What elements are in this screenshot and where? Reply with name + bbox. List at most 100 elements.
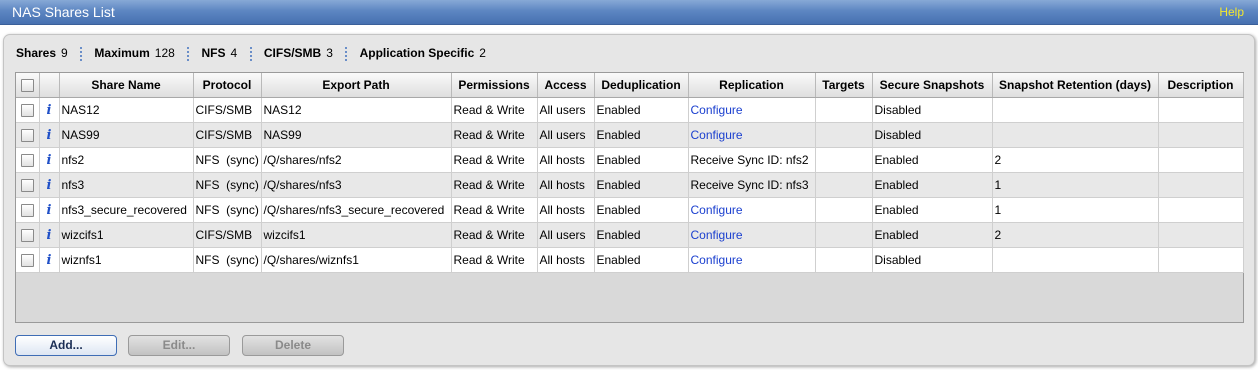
row-checkbox[interactable] <box>20 104 34 118</box>
permissions-cell: Read & Write <box>451 122 538 148</box>
export-path-cell: /Q/shares/nfs3 <box>261 172 452 198</box>
help-link[interactable]: Help <box>1219 5 1244 19</box>
column-header-protocol[interactable]: Protocol <box>193 73 262 98</box>
summary-label-application-specific: Application Specific <box>359 46 475 60</box>
column-header-share-name[interactable]: Share Name <box>59 73 194 98</box>
add-button[interactable]: Add... <box>15 335 117 356</box>
permissions-cell: Read & Write <box>451 147 538 173</box>
deduplication-cell: Enabled <box>594 247 689 273</box>
deduplication-cell: Enabled <box>594 222 689 248</box>
access-cell: All hosts <box>537 197 595 223</box>
row-checkbox[interactable] <box>20 254 34 268</box>
row-info-cell: i <box>39 222 60 248</box>
protocol-cell: NFS (sync) <box>193 197 262 223</box>
export-path-cell: NAS12 <box>261 97 452 123</box>
row-select-cell <box>16 222 40 248</box>
column-header-access[interactable]: Access <box>537 73 595 98</box>
row-checkbox[interactable] <box>20 204 34 218</box>
column-header-description[interactable]: Description <box>1158 73 1244 98</box>
table-row[interactable]: i NAS12 CIFS/SMB NAS12 Read & Write All users… <box>16 97 1244 123</box>
column-header-snapshot-retention[interactable]: Snapshot Retention (days) <box>992 73 1159 98</box>
configure-replication-link[interactable]: Configure <box>691 203 743 217</box>
info-icon[interactable]: i <box>47 178 52 193</box>
row-checkbox[interactable] <box>20 229 34 243</box>
summary-separator <box>187 46 190 61</box>
table-row[interactable]: i NAS99 CIFS/SMB NAS99 Read & Write All users… <box>16 122 1244 148</box>
export-path-cell: wizcifs1 <box>261 222 452 248</box>
description-cell <box>1158 247 1244 273</box>
access-cell: All hosts <box>537 147 595 173</box>
targets-cell <box>815 247 873 273</box>
description-cell <box>1158 147 1244 173</box>
column-header-info <box>39 73 60 98</box>
targets-cell <box>815 197 873 223</box>
table-row[interactable]: i wizcifs1 CIFS/SMB wizcifs1 Read & Write All… <box>16 222 1244 248</box>
protocol-cell: CIFS/SMB <box>193 222 262 248</box>
info-icon[interactable]: i <box>47 103 52 118</box>
configure-replication-link[interactable]: Configure <box>691 128 743 142</box>
share-name-cell: wizcifs1 <box>59 222 194 248</box>
secure-snapshots-cell: Enabled <box>872 197 993 223</box>
summary-value-shares: 9 <box>61 46 68 60</box>
share-summary: Shares 9 Maximum 128 NFS 4 CIFS/SMB 3 Applic… <box>16 46 486 61</box>
targets-cell <box>815 97 873 123</box>
deduplication-cell: Enabled <box>594 122 689 148</box>
column-header-replication[interactable]: Replication <box>688 73 816 98</box>
column-header-deduplication[interactable]: Deduplication <box>594 73 689 98</box>
table-row[interactable]: i nfs2 NFS (sync)/Q/shares/nfs2 Read & Writ… <box>16 147 1244 173</box>
targets-cell <box>815 122 873 148</box>
row-info-cell: i <box>39 97 60 123</box>
row-checkbox[interactable] <box>20 154 34 168</box>
info-icon[interactable]: i <box>47 128 52 143</box>
row-info-cell: i <box>39 197 60 223</box>
info-icon[interactable]: i <box>47 203 52 218</box>
deduplication-cell: Enabled <box>594 147 689 173</box>
row-select-cell <box>16 197 40 223</box>
column-header-permissions[interactable]: Permissions <box>451 73 538 98</box>
access-cell: All hosts <box>537 172 595 198</box>
snapshot-retention-cell: 2 <box>992 222 1159 248</box>
description-cell <box>1158 222 1244 248</box>
share-name-cell: nfs3_secure_recovered <box>59 197 194 223</box>
replication-cell: Configure <box>688 97 816 123</box>
configure-replication-link[interactable]: Configure <box>691 253 743 267</box>
row-info-cell: i <box>39 122 60 148</box>
share-name-cell: wiznfs1 <box>59 247 194 273</box>
info-icon[interactable]: i <box>47 228 52 243</box>
permissions-cell: Read & Write <box>451 222 538 248</box>
row-info-cell: i <box>39 147 60 173</box>
table-row[interactable]: i nfs3 NFS (sync)/Q/shares/nfs3 Read & Writ… <box>16 172 1244 198</box>
table-body: i NAS12 CIFS/SMB NAS12 Read & Write All users… <box>16 97 1244 273</box>
summary-label-shares: Shares <box>16 46 57 60</box>
select-all-checkbox[interactable] <box>20 79 34 93</box>
row-checkbox[interactable] <box>20 129 34 143</box>
table-row[interactable]: i nfs3_secure_recovered NFS (sync)/Q/share… <box>16 197 1244 223</box>
access-cell: All users <box>537 97 595 123</box>
row-info-cell: i <box>39 247 60 273</box>
targets-cell <box>815 222 873 248</box>
secure-snapshots-cell: Enabled <box>872 222 993 248</box>
column-header-export-path[interactable]: Export Path <box>261 73 452 98</box>
secure-snapshots-cell: Disabled <box>872 97 993 123</box>
row-checkbox[interactable] <box>20 179 34 193</box>
column-header-targets[interactable]: Targets <box>815 73 873 98</box>
delete-button: Delete <box>242 335 344 356</box>
column-header-secure-snapshots[interactable]: Secure Snapshots <box>872 73 993 98</box>
title-bar: NAS Shares List Help <box>0 0 1258 25</box>
delete-button-label: Delete <box>274 338 312 352</box>
summary-separator <box>345 46 348 61</box>
configure-replication-link[interactable]: Configure <box>691 103 743 117</box>
info-icon[interactable]: i <box>47 153 52 168</box>
description-cell <box>1158 172 1244 198</box>
secure-snapshots-cell: Enabled <box>872 172 993 198</box>
info-icon[interactable]: i <box>47 253 52 268</box>
page-title: NAS Shares List <box>12 4 115 20</box>
export-path-cell: /Q/shares/nfs2 <box>261 147 452 173</box>
table-row[interactable]: i wiznfs1 NFS (sync)/Q/shares/wiznfs1 Read … <box>16 247 1244 273</box>
protocol-cell: NFS (sync) <box>193 147 262 173</box>
configure-replication-link[interactable]: Configure <box>691 228 743 242</box>
row-select-cell <box>16 147 40 173</box>
snapshot-retention-cell: 2 <box>992 147 1159 173</box>
summary-value-nfs: 4 <box>230 46 238 60</box>
shares-table-container: Share Name Protocol Export Path Permissi… <box>15 72 1244 323</box>
